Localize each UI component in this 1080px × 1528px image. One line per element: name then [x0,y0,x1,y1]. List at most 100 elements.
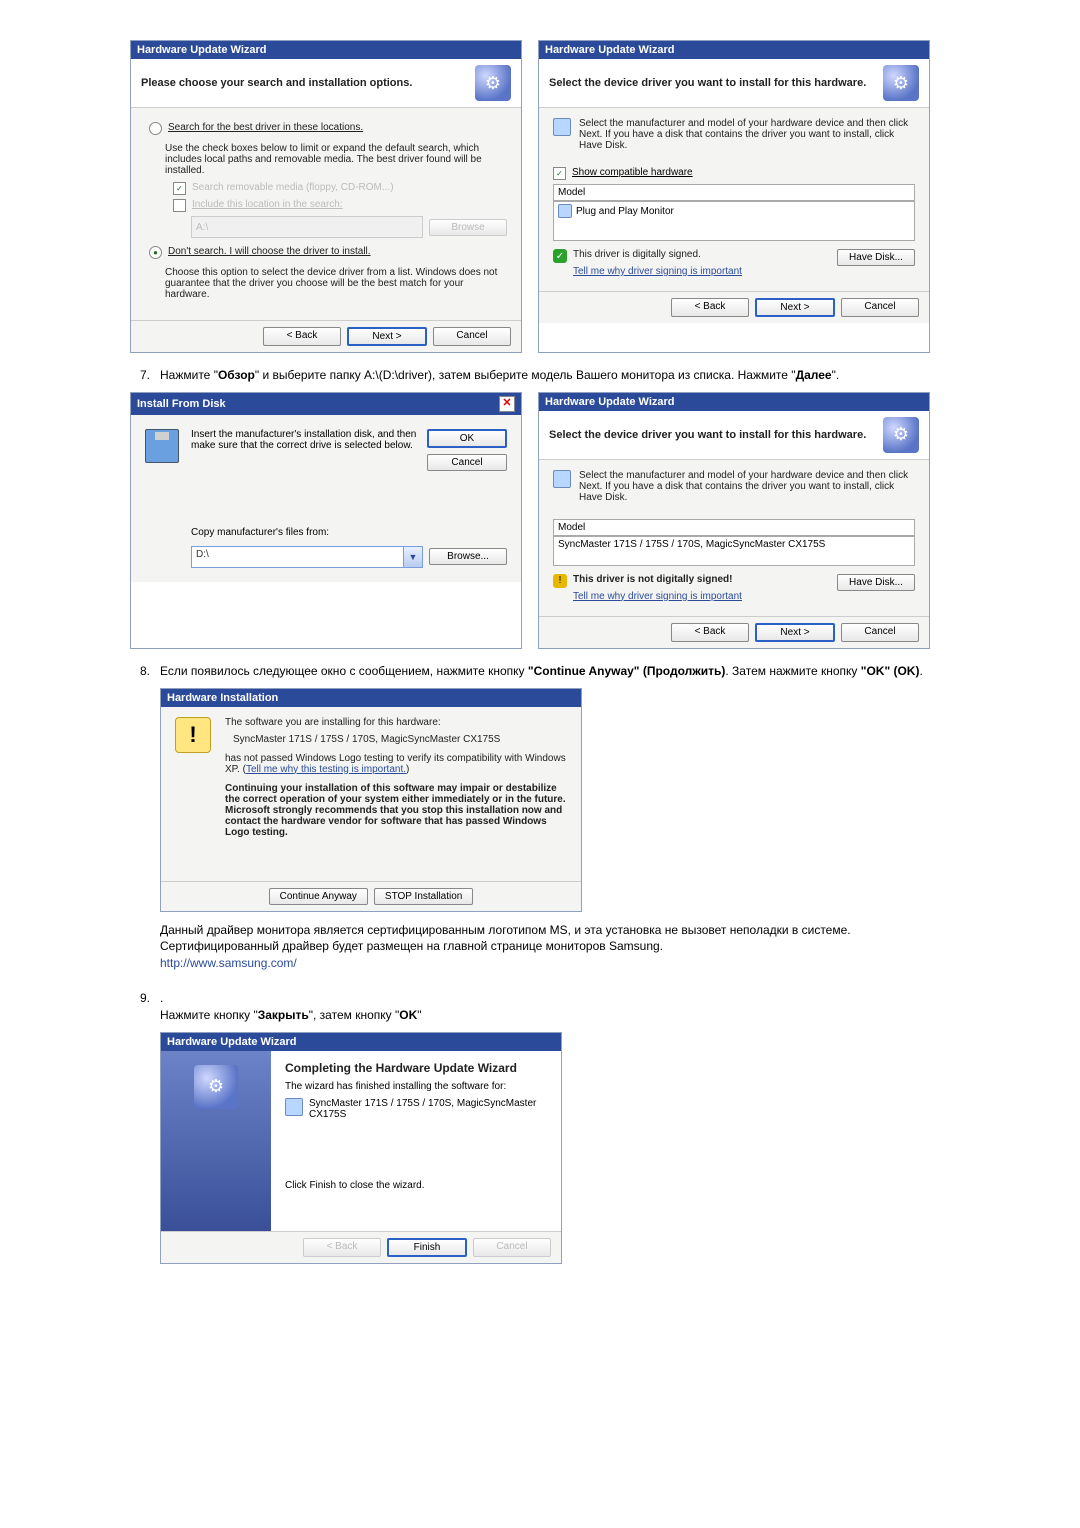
step-9: 9. . Нажмите кнопку "Закрыть", затем кно… [130,990,950,1024]
model-header: Model [553,184,915,201]
instruction: Select the manufacturer and model of you… [579,470,915,503]
tell-me-link[interactable]: Tell me why driver signing is important [573,266,742,277]
model-item: Plug and Play Monitor [576,206,674,217]
banner-title: Please choose your search and installati… [141,77,412,89]
window-title: Hardware Installation [167,692,278,704]
check-include[interactable] [173,199,186,212]
button-row: < Back Finish Cancel [161,1231,561,1263]
finish-button[interactable]: Finish [387,1238,467,1257]
b: Далее [796,368,832,382]
ok-button[interactable]: OK [427,429,507,448]
t: Нажмите " [160,368,218,382]
radio-dont-search[interactable]: ● [149,246,162,259]
path-value: D:\ [192,547,403,567]
copy-from-label: Copy manufacturer's files from: [191,527,507,538]
radio-dont-search-label: Don't search. I will choose the driver t… [168,246,371,257]
line1: The wizard has finished installing the s… [285,1081,549,1092]
floppy-icon [145,429,179,463]
banner-title: Select the device driver you want to ins… [549,429,866,441]
step-8: 8. Если появилось следующее окно с сообщ… [130,663,950,680]
t: . [919,664,922,678]
model-list[interactable]: Plug and Play Monitor [553,201,915,241]
tell-me-link[interactable]: Tell me why driver signing is important [573,591,742,602]
window-title: Install From Disk [137,398,226,410]
button-row: < Back Next > Cancel [539,616,929,648]
search-help: Use the check boxes below to limit or ex… [165,143,507,176]
body: ! The software you are installing for th… [161,707,581,881]
device: SyncMaster 171S / 175S / 170S, MagicSync… [233,734,567,745]
banner: Select the device driver you want to ins… [539,59,929,108]
samsung-link[interactable]: http://www.samsung.com/ [160,956,297,970]
b: "Continue Anyway" (Продолжить) [528,664,725,678]
banner: Select the device driver you want to ins… [539,411,929,460]
b: OK [399,1008,417,1022]
testing-link[interactable]: Tell me why this testing is important. [246,764,406,775]
monitor-icon [553,470,571,488]
side-graphic: ⚙ [161,1051,271,1231]
next-button[interactable]: Next > [347,327,427,346]
step-number: 8. [130,663,150,680]
have-disk-button[interactable]: Have Disk... [837,574,915,591]
browse-button[interactable]: Browse [429,219,507,236]
install-from-disk: Install From Disk ✕ Insert the manufactu… [130,392,522,649]
radio-search[interactable] [149,122,162,135]
titlebar: Install From Disk ✕ [131,393,521,415]
model-item-icon [558,204,572,218]
wizard-icon: ⚙ [883,65,919,101]
body: Select the manufacturer and model of you… [539,108,929,291]
instruction: Insert the manufacturer's installation d… [191,429,417,451]
heading: Completing the Hardware Update Wizard [285,1061,549,1075]
path-combo[interactable]: D:\ ▼ [191,546,423,568]
chevron-down-icon[interactable]: ▼ [403,547,422,567]
cancel-button[interactable]: Cancel [841,298,919,317]
body: Select the manufacturer and model of you… [539,460,929,616]
banner: Please choose your search and installati… [131,59,521,108]
step-text: . Нажмите кнопку "Закрыть", затем кнопку… [160,990,950,1024]
window-title: Hardware Update Wizard [137,44,267,56]
cancel-button[interactable]: Cancel [433,327,511,346]
step-text: Нажмите "Обзор" и выберите папку A:\(D:\… [160,367,950,384]
browse-button[interactable]: Browse... [429,548,507,565]
dont-search-help: Choose this option to select the device … [165,267,507,300]
back-button[interactable]: < Back [671,623,749,642]
button-row: Continue Anyway STOP Installation [161,881,581,911]
back-button[interactable]: < Back [671,298,749,317]
hw-wizard-select-driver-1: Hardware Update Wizard Select the device… [538,40,930,353]
cancel-button[interactable]: Cancel [841,623,919,642]
t: ". [832,368,840,382]
titlebar: Hardware Installation [161,689,581,707]
cancel-button: Cancel [473,1238,551,1257]
wizard-icon: ⚙ [883,417,919,453]
signed-icon: ✓ [553,249,567,263]
line2: Click Finish to close the wizard. [285,1180,549,1191]
t: Если появилось следующее окно с сообщени… [160,664,528,678]
model-header: Model [553,519,915,536]
hw-wizard-complete: Hardware Update Wizard ⚙ Completing the … [160,1032,562,1264]
body: Insert the manufacturer's installation d… [131,415,521,582]
model-list[interactable]: SyncMaster 171S / 175S / 170S, MagicSync… [553,536,915,566]
not-signed-text: This driver is not digitally signed! [573,574,742,585]
next-button[interactable]: Next > [755,623,835,642]
t: " [417,1008,421,1022]
line1: The software you are installing for this… [225,717,567,728]
b: Обзор [218,368,255,382]
continue-anyway-button[interactable]: Continue Anyway [269,888,368,905]
note-text: Данный драйвер монитора является сертифи… [160,922,950,956]
titlebar: Hardware Update Wizard [539,41,929,59]
close-icon[interactable]: ✕ [499,396,515,412]
check-show-compat[interactable]: ✓ [553,167,566,180]
have-disk-button[interactable]: Have Disk... [837,249,915,266]
next-button[interactable]: Next > [755,298,835,317]
note-block: Данный драйвер монитора является сертифи… [160,922,950,972]
back-button[interactable]: < Back [263,327,341,346]
button-row: < Back Next > Cancel [539,291,929,323]
path-input[interactable]: A:\ [191,216,423,238]
cancel-button[interactable]: Cancel [427,454,507,471]
monitor-icon [553,118,571,136]
window-title: Hardware Update Wizard [545,396,675,408]
radio-search-label: Search for the best driver in these loca… [168,122,363,133]
check-removable[interactable]: ✓ [173,182,186,195]
back-button: < Back [303,1238,381,1257]
stop-installation-button[interactable]: STOP Installation [374,888,473,905]
check-show-compat-label: Show compatible hardware [572,167,693,178]
